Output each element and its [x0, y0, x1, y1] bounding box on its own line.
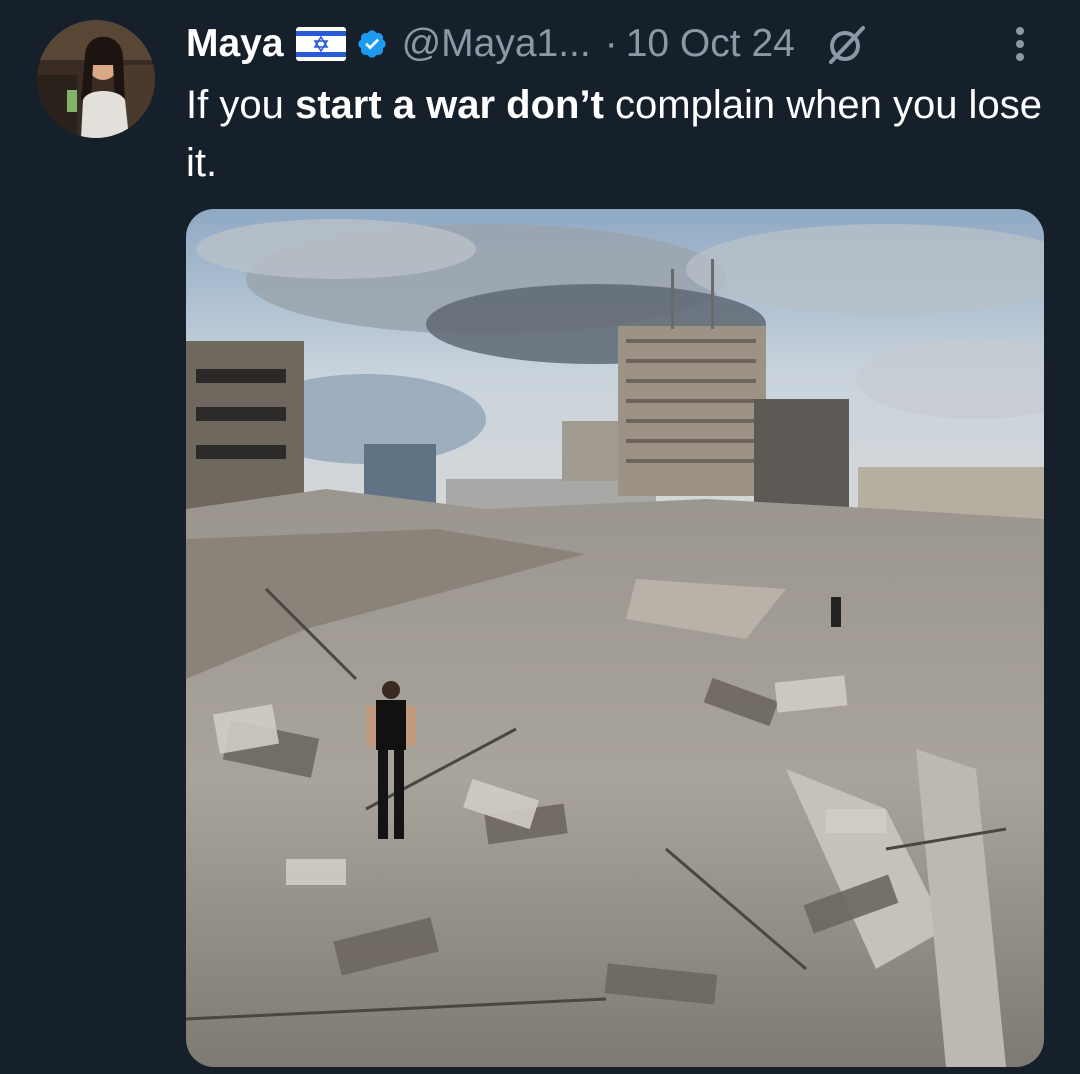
- tweet-timestamp[interactable]: 10 Oct 24: [626, 22, 795, 66]
- grok-slash-icon[interactable]: [823, 20, 871, 68]
- header-separator: ·: [604, 22, 618, 65]
- more-vertical-icon[interactable]: [1000, 20, 1040, 68]
- tweet-header: Maya @Maya1... · 10 Oct 24: [186, 20, 871, 68]
- tweet[interactable]: Maya @Maya1... · 10 Oct 24 If you start …: [0, 0, 1080, 1074]
- tweet-text: If you start a war don’t complain when y…: [186, 76, 1046, 192]
- israel-flag-icon: [295, 27, 346, 61]
- verified-badge-icon[interactable]: [356, 28, 388, 60]
- tweet-text-part-1: If you: [186, 83, 295, 127]
- tweet-photo[interactable]: [186, 209, 1044, 1067]
- author-handle[interactable]: @Maya1...: [402, 22, 591, 66]
- display-name[interactable]: Maya: [186, 22, 284, 66]
- avatar[interactable]: [37, 20, 155, 138]
- tweet-text-bold: start a war don’t: [294, 83, 604, 127]
